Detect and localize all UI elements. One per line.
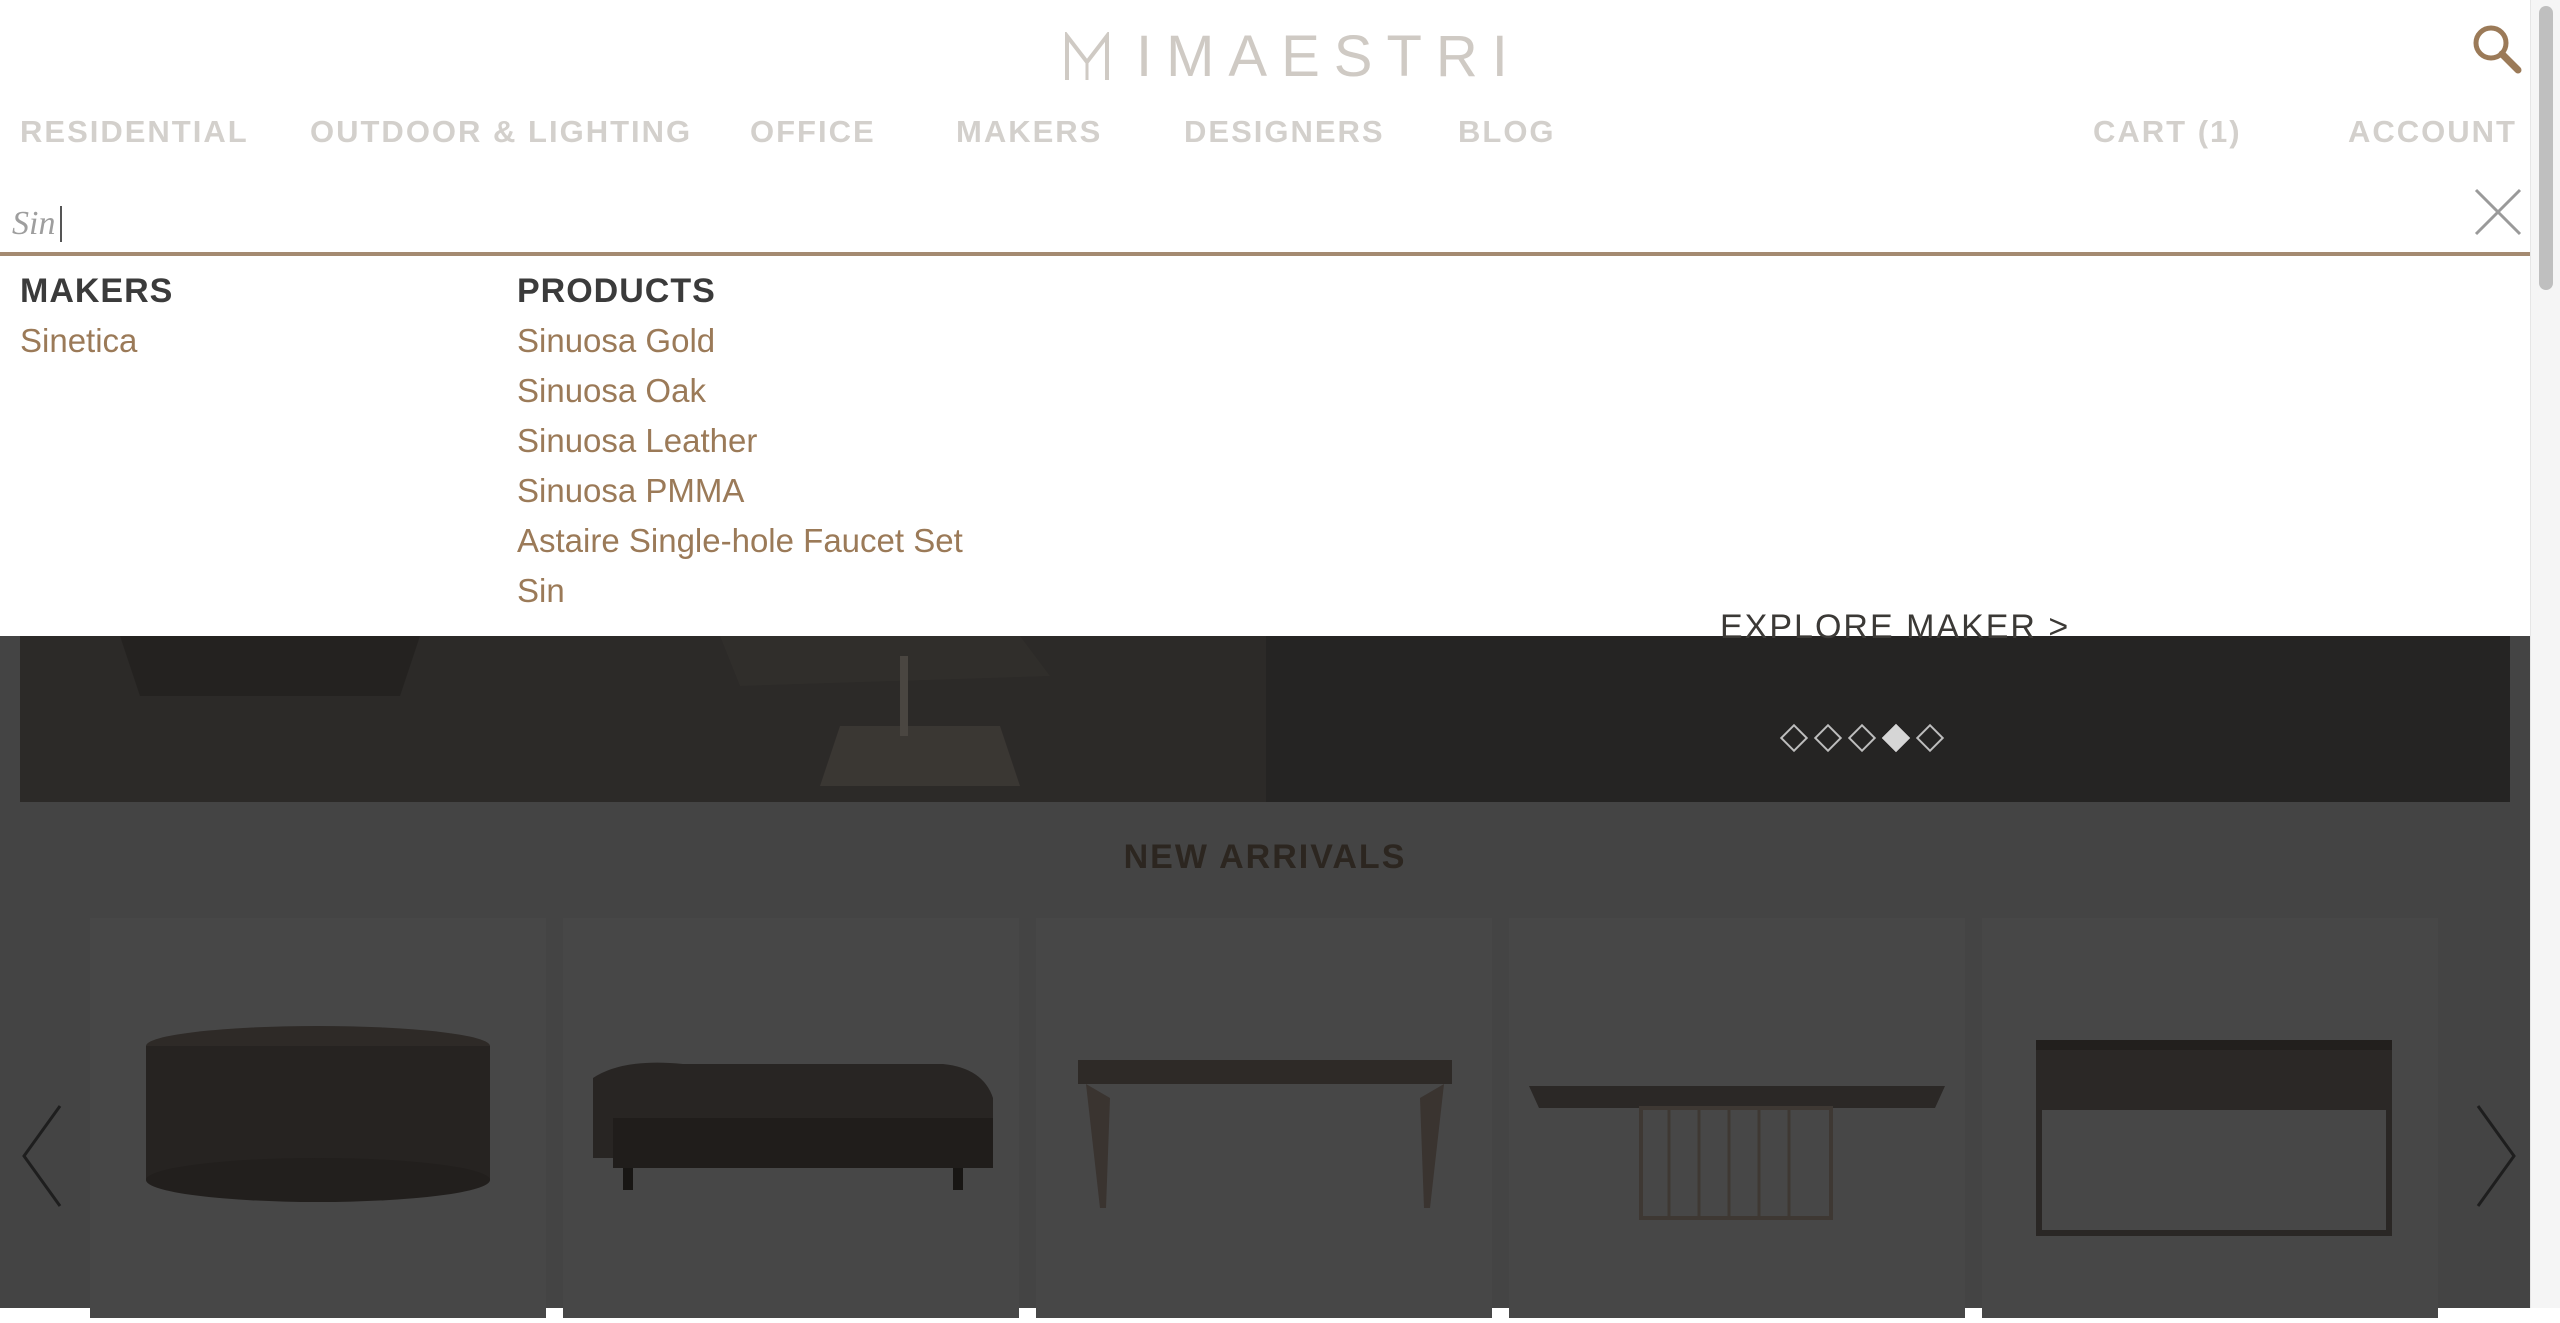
carousel-dot-active[interactable] (1881, 723, 1911, 753)
dimmed-page-content: EXPLORE MAKER > NEW ARRIVALS (0, 608, 2530, 1318)
nav-blog[interactable]: BLOG (1458, 112, 1556, 152)
search-bar (0, 190, 2530, 256)
scrollbar[interactable] (2530, 0, 2560, 1308)
product-card-dining-table[interactable] (1036, 918, 1492, 1318)
product-card-console-table[interactable] (1982, 918, 2438, 1318)
product-result[interactable]: Sin (517, 572, 565, 610)
text-caret (60, 206, 62, 242)
carousel-dot[interactable] (1847, 723, 1877, 753)
nav-designers[interactable]: DESIGNERS (1184, 112, 1385, 152)
search-results-panel: MAKERS Sinetica PRODUCTS Sinuosa Gold Si… (0, 256, 2530, 636)
product-card-sofa[interactable] (563, 918, 1019, 1318)
product-result[interactable]: Astaire Single-hole Faucet Set (517, 522, 963, 560)
new-arrivals-title: NEW ARRIVALS (1123, 838, 1407, 876)
product-card-round-cabinet[interactable] (90, 918, 546, 1318)
carousel-dot[interactable] (1779, 723, 1809, 753)
makers-heading: MAKERS (20, 272, 174, 310)
nav-office[interactable]: OFFICE (750, 112, 876, 152)
products-heading: PRODUCTS (517, 272, 716, 310)
chevron-left-icon[interactable] (20, 1096, 80, 1216)
carousel-dot[interactable] (1915, 723, 1945, 753)
maestri-logo-mark (1065, 32, 1109, 80)
chevron-right-icon[interactable] (2458, 1096, 2518, 1216)
nav-account[interactable]: ACCOUNT (2348, 112, 2517, 152)
product-card-marble-dining-table[interactable] (1509, 918, 1965, 1318)
nav-cart[interactable]: CART (1) (2093, 112, 2242, 152)
product-result[interactable]: Sinuosa Oak (517, 372, 706, 410)
close-icon[interactable] (2472, 186, 2524, 238)
logo-text: IMAESTRI (1136, 24, 1522, 89)
product-result[interactable]: Sinuosa Leather (517, 422, 757, 460)
search-input[interactable] (12, 202, 1312, 246)
nav-outdoor-lighting[interactable]: OUTDOOR & LIGHTING (310, 112, 692, 152)
carousel-dots (1779, 723, 1945, 753)
product-result[interactable]: Sinuosa PMMA (517, 472, 744, 510)
hero-text-panel (1266, 636, 2510, 802)
site-logo[interactable]: IMAESTRI (1064, 28, 1522, 86)
nav-makers[interactable]: MAKERS (956, 112, 1102, 152)
maker-result[interactable]: Sinetica (20, 322, 137, 360)
page: IMAESTRI RESIDENTIAL OUTDOOR & LIGHTING … (0, 0, 2530, 1318)
search-icon[interactable] (2470, 22, 2524, 76)
hero-image (20, 636, 1266, 802)
nav-residential[interactable]: RESIDENTIAL (20, 112, 249, 152)
product-result[interactable]: Sinuosa Gold (517, 322, 715, 360)
scrollbar-thumb[interactable] (2539, 6, 2553, 290)
carousel-dot[interactable] (1813, 723, 1843, 753)
explore-maker-link[interactable]: EXPLORE MAKER > (1720, 608, 2070, 647)
